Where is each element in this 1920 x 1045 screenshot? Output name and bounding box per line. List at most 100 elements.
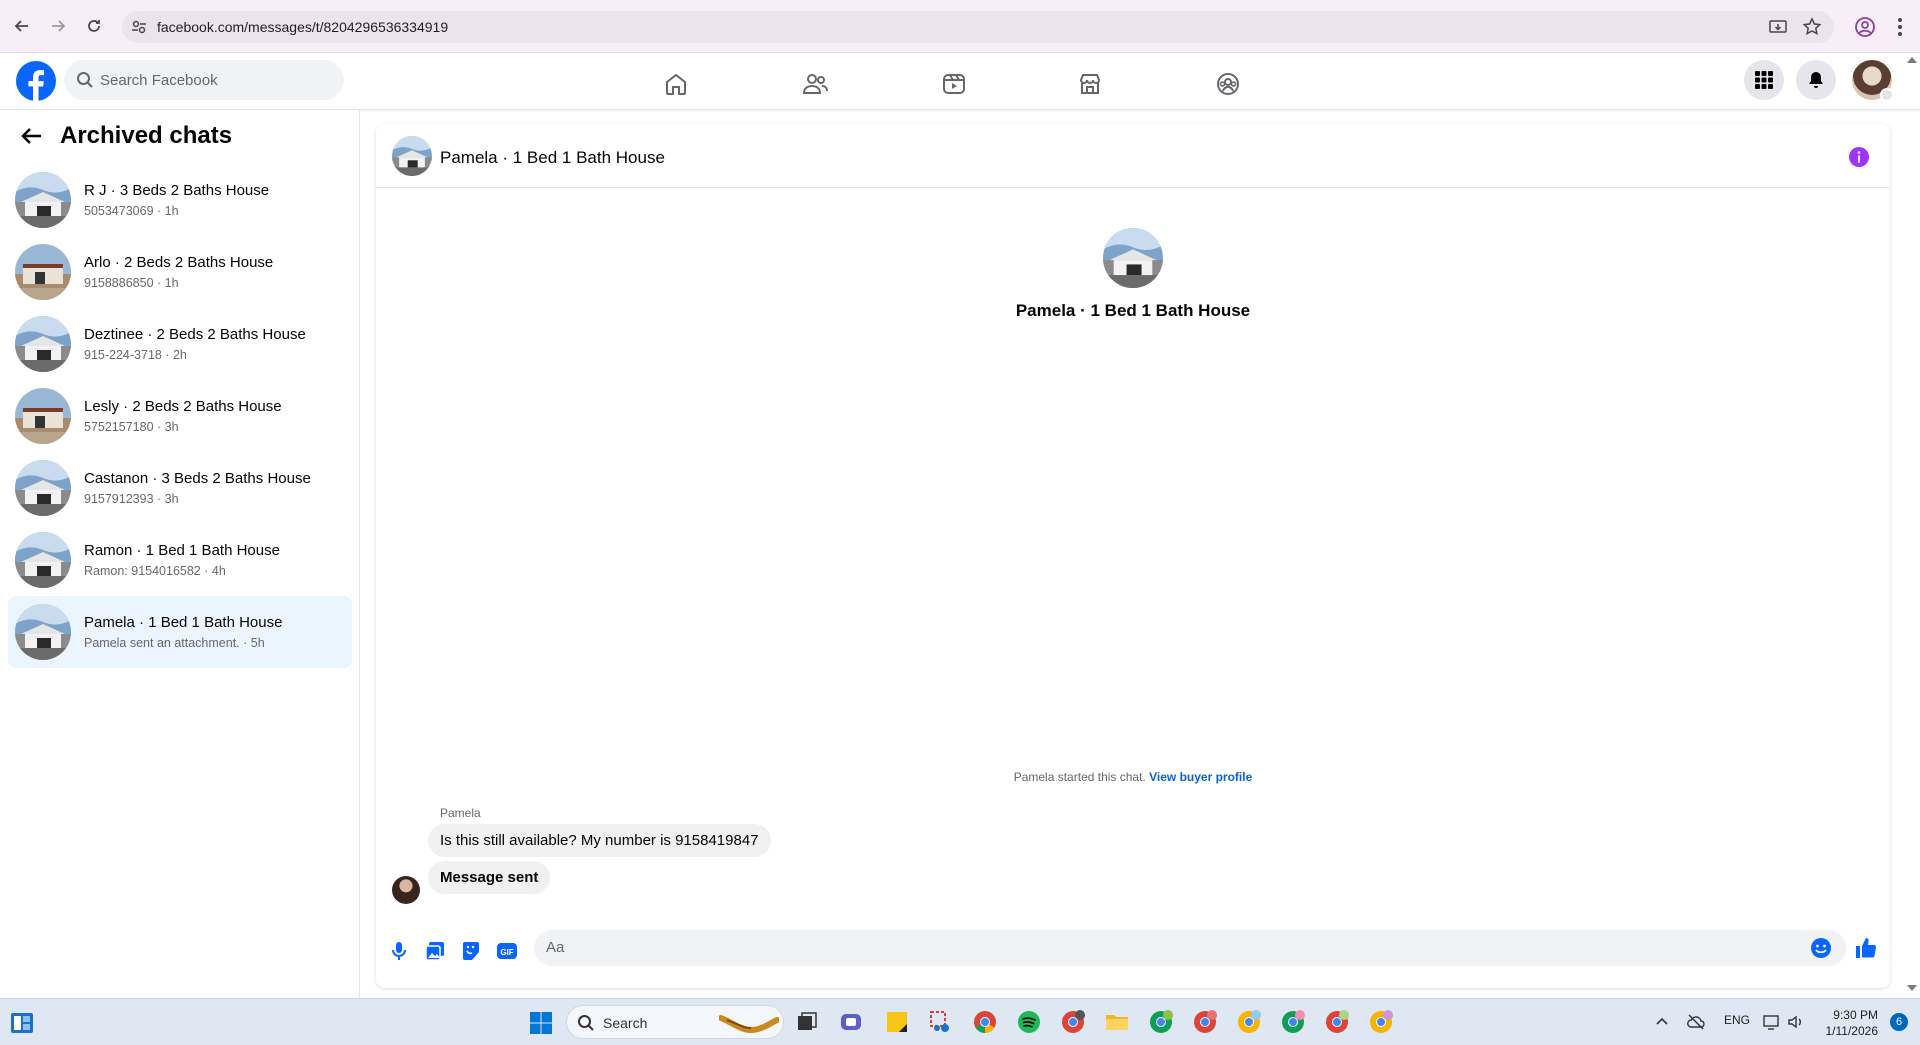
site-info-icon[interactable] xyxy=(130,18,148,36)
chevron-down-icon[interactable] xyxy=(1880,88,1894,102)
profile-icon[interactable] xyxy=(1854,16,1876,38)
chat-avatar xyxy=(15,244,71,300)
home-icon xyxy=(666,73,686,95)
chat-item[interactable]: Deztinee · 2 Beds 2 Baths House 915-224-… xyxy=(8,308,352,380)
windows-start-icon[interactable] xyxy=(529,1011,553,1035)
bell-icon xyxy=(1809,72,1823,88)
bookmark-star-icon[interactable] xyxy=(1802,17,1822,37)
chat-item-active[interactable]: Pamela · 1 Bed 1 Bath House Pamela sent … xyxy=(8,596,352,668)
photo-icon[interactable] xyxy=(424,940,446,962)
nav-video[interactable] xyxy=(898,62,1010,106)
language-indicator[interactable]: ENG xyxy=(1724,1013,1750,1027)
message-bubble[interactable]: Message sent xyxy=(428,861,551,894)
chat-item[interactable]: Castanon · 3 Beds 2 Baths House 91579123… xyxy=(8,452,352,524)
chat-preview: 5053473069 · 1h xyxy=(84,204,179,218)
spotify-icon[interactable] xyxy=(1016,1009,1042,1035)
conversation-title[interactable]: Pamela · 1 Bed 1 Bath House xyxy=(440,148,665,168)
search-icon xyxy=(77,72,93,88)
conversation-avatar[interactable] xyxy=(392,136,432,176)
video-icon xyxy=(943,74,965,94)
chrome-profile-icon[interactable] xyxy=(1192,1009,1218,1035)
facebook-logo-icon[interactable] xyxy=(16,61,56,101)
chat-avatar xyxy=(15,532,71,588)
chrome-profile-icon[interactable] xyxy=(1280,1009,1306,1035)
message-input[interactable]: Aa xyxy=(534,930,1846,966)
chat-name: Pamela · 1 Bed 1 Bath House xyxy=(84,614,283,631)
sticky-notes-icon[interactable] xyxy=(884,1009,910,1035)
volume-icon[interactable] xyxy=(1786,1012,1806,1032)
chat-preview: Ramon: 9154016582 · 4h xyxy=(84,564,226,578)
snipping-tool-icon[interactable] xyxy=(928,1009,954,1035)
chrome-profile-icon[interactable] xyxy=(1368,1009,1394,1035)
chrome-profile-icon[interactable] xyxy=(1324,1009,1350,1035)
file-explorer-icon[interactable] xyxy=(1104,1009,1130,1035)
chat-avatar xyxy=(15,316,71,372)
menu-grid-button[interactable] xyxy=(1744,60,1784,100)
intro-title: Pamela · 1 Bed 1 Bath House xyxy=(1015,301,1251,320)
chrome-profile-icon[interactable] xyxy=(1236,1009,1262,1035)
chrome-profile-icon[interactable] xyxy=(1148,1009,1174,1035)
message-bubble[interactable]: Is this still available? My number is 91… xyxy=(428,824,771,857)
chat-list: R J · 3 Beds 2 Baths House 5053473069 · … xyxy=(8,164,352,668)
clock[interactable]: 9:30 PM 1/11/2026 xyxy=(1826,1007,1879,1039)
cloud-offline-icon[interactable] xyxy=(1686,1012,1706,1032)
facebook-search-input[interactable]: Search Facebook xyxy=(64,60,344,100)
widgets-icon[interactable] xyxy=(10,1011,34,1035)
clock-time: 9:30 PM xyxy=(1833,1008,1878,1022)
message-placeholder: Aa xyxy=(546,939,565,956)
chat-item[interactable]: R J · 3 Beds 2 Baths House 5053473069 · … xyxy=(8,164,352,236)
teams-icon[interactable] xyxy=(838,1009,864,1035)
nav-home[interactable] xyxy=(620,62,732,106)
chat-item[interactable]: Arlo · 2 Beds 2 Baths House 9158886850 ·… xyxy=(8,236,352,308)
chat-preview: 9157912393 · 3h xyxy=(84,492,179,506)
task-view-icon[interactable] xyxy=(794,1009,820,1035)
chat-started-notice: Pamela started this chat. View buyer pro… xyxy=(376,770,1890,784)
search-icon xyxy=(578,1015,594,1031)
reload-icon[interactable] xyxy=(82,14,106,38)
microphone-icon[interactable] xyxy=(388,940,410,962)
url-text[interactable]: facebook.com/messages/t/8204296536334919 xyxy=(157,19,448,35)
menu-kebab-icon[interactable] xyxy=(1894,16,1906,38)
message-composer: GIF Aa xyxy=(376,920,1890,980)
install-app-icon[interactable] xyxy=(1768,17,1788,37)
thumbs-up-icon[interactable] xyxy=(1854,936,1878,960)
taskbar-search[interactable]: Search xyxy=(566,1005,784,1039)
back-arrow-icon[interactable] xyxy=(20,124,44,148)
marketplace-icon xyxy=(1079,74,1101,94)
chrome-profile-icon[interactable] xyxy=(1060,1009,1086,1035)
view-buyer-profile-link[interactable]: View buyer profile xyxy=(1149,770,1252,784)
back-icon[interactable] xyxy=(10,14,34,38)
nav-marketplace[interactable] xyxy=(1034,62,1146,106)
scroll-down-icon[interactable] xyxy=(1906,984,1918,992)
conversation-panel: Pamela · 1 Bed 1 Bath House Pamela · 1 B… xyxy=(376,124,1890,988)
scroll-up-icon[interactable] xyxy=(1906,56,1918,64)
forward-icon[interactable] xyxy=(46,14,70,38)
info-icon[interactable] xyxy=(1848,146,1870,168)
chat-item[interactable]: Lesly · 2 Beds 2 Baths House 5752157180 … xyxy=(8,380,352,452)
nav-groups[interactable] xyxy=(1172,62,1284,106)
chat-item[interactable]: Ramon · 1 Bed 1 Bath House Ramon: 915401… xyxy=(8,524,352,596)
my-avatar xyxy=(392,876,420,904)
chevron-up-icon[interactable] xyxy=(1654,1013,1670,1029)
chat-avatar xyxy=(15,388,71,444)
nav-friends[interactable] xyxy=(759,62,871,106)
clock-date: 1/11/2026 xyxy=(1825,1024,1879,1038)
gif-icon[interactable]: GIF xyxy=(496,940,518,962)
notifications-button[interactable] xyxy=(1796,60,1836,100)
panel-title: Archived chats xyxy=(60,122,233,149)
chat-name: R J · 3 Beds 2 Baths House xyxy=(84,182,270,199)
svg-text:GIF: GIF xyxy=(500,948,513,957)
sticker-icon[interactable] xyxy=(460,940,482,962)
emoji-icon[interactable] xyxy=(1810,937,1832,959)
chrome-icon[interactable] xyxy=(972,1009,998,1035)
search-placeholder: Search Facebook xyxy=(100,72,218,89)
archived-chats-panel: Archived chats R J · 3 Beds 2 Baths Hous… xyxy=(0,110,360,998)
friends-icon xyxy=(802,74,828,94)
chat-preview: 9158886850 · 1h xyxy=(84,276,179,290)
chat-name: Castanon · 3 Beds 2 Baths House xyxy=(84,470,311,487)
address-bar[interactable]: facebook.com/messages/t/8204296536334919 xyxy=(122,11,1834,43)
display-icon[interactable] xyxy=(1762,1012,1782,1032)
chat-name: Lesly · 2 Beds 2 Baths House xyxy=(84,398,282,415)
message-sender: Pamela xyxy=(440,806,481,820)
notification-badge[interactable]: 6 xyxy=(1890,1013,1908,1031)
